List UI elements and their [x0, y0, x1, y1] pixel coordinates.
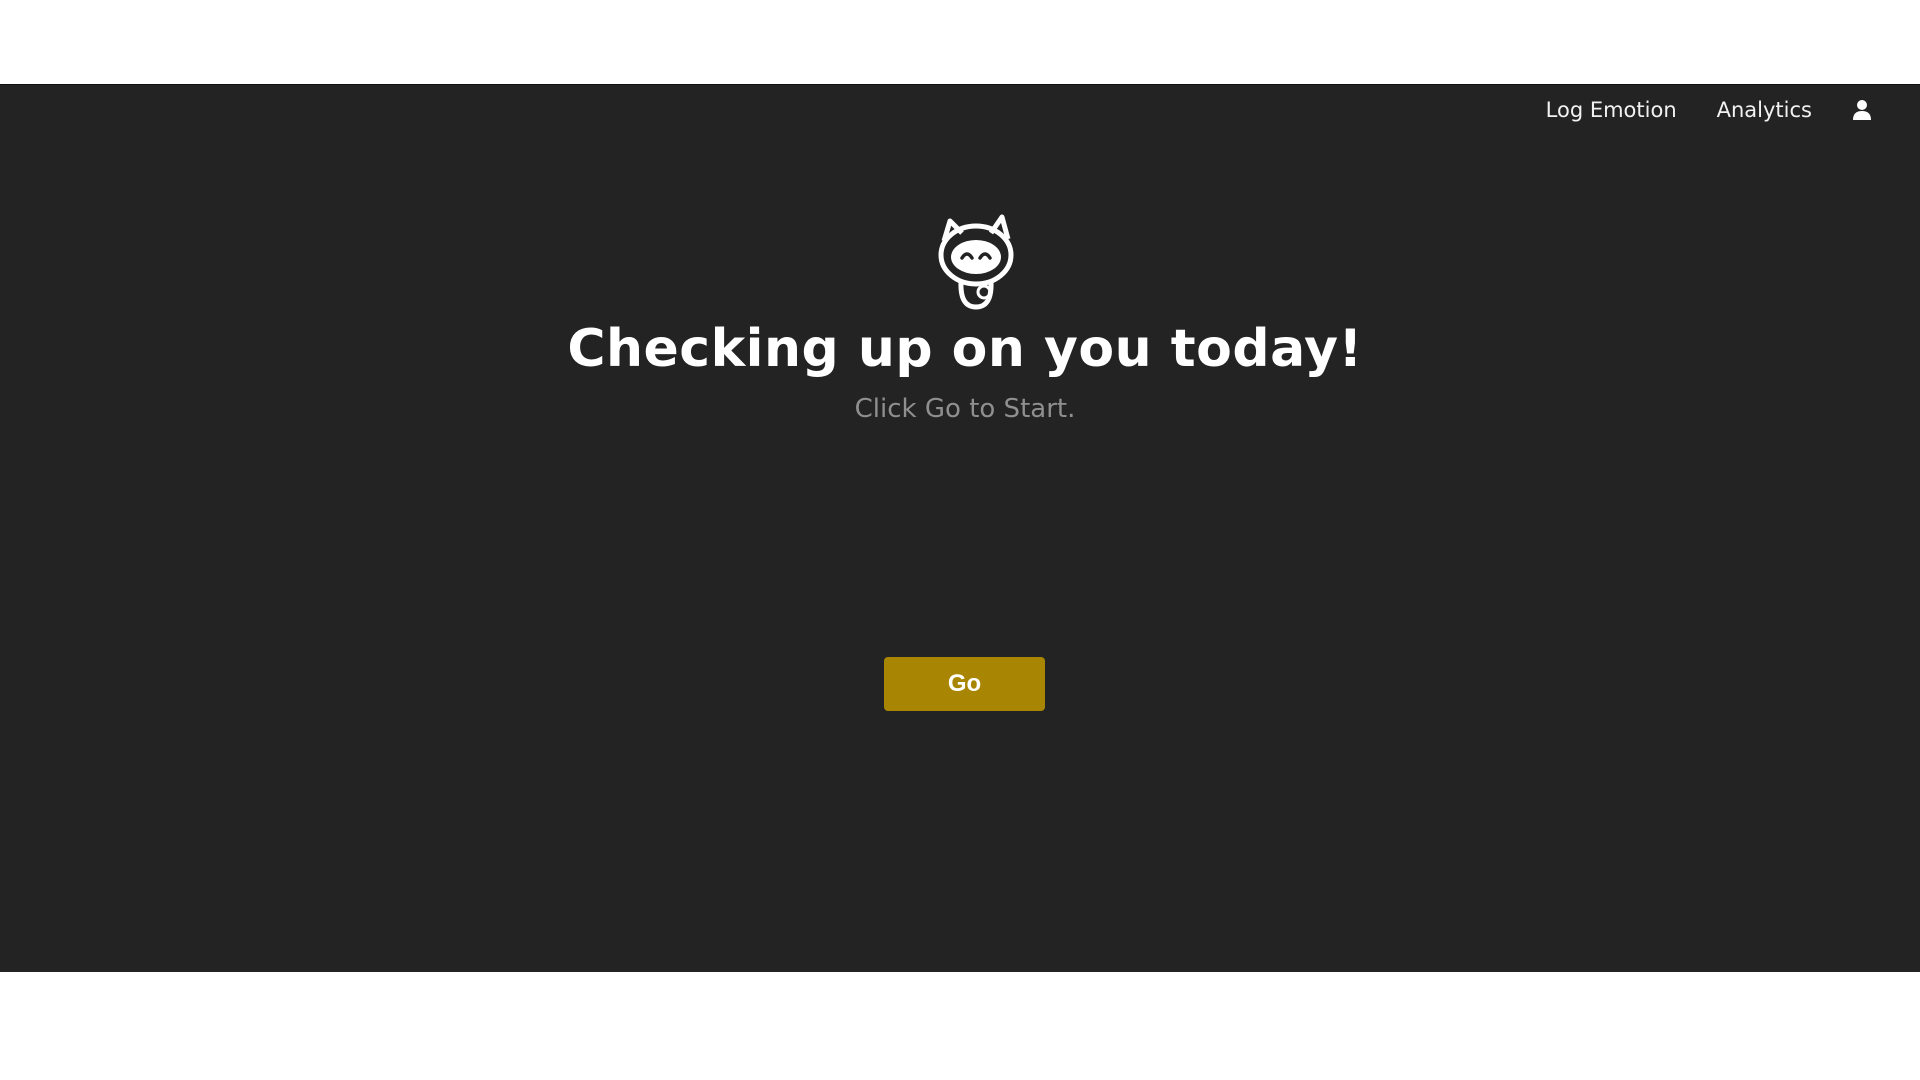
user-profile-button[interactable]: [1850, 97, 1874, 123]
user-icon: [1853, 100, 1871, 120]
page-subtitle: Click Go to Start.: [854, 394, 1076, 424]
top-navigation: Log Emotion Analytics: [1506, 85, 1920, 135]
top-page-margin: [0, 0, 1920, 84]
cat-mascot-icon: [938, 214, 1014, 310]
page-title: Checking up on you today!: [567, 319, 1363, 379]
nav-link-log-emotion[interactable]: Log Emotion: [1546, 98, 1677, 122]
app-container: Log Emotion Analytics Checking up on you…: [0, 84, 1920, 972]
nav-link-analytics[interactable]: Analytics: [1717, 98, 1812, 122]
go-button[interactable]: Go: [884, 657, 1045, 711]
bottom-page-margin: [0, 972, 1920, 1080]
